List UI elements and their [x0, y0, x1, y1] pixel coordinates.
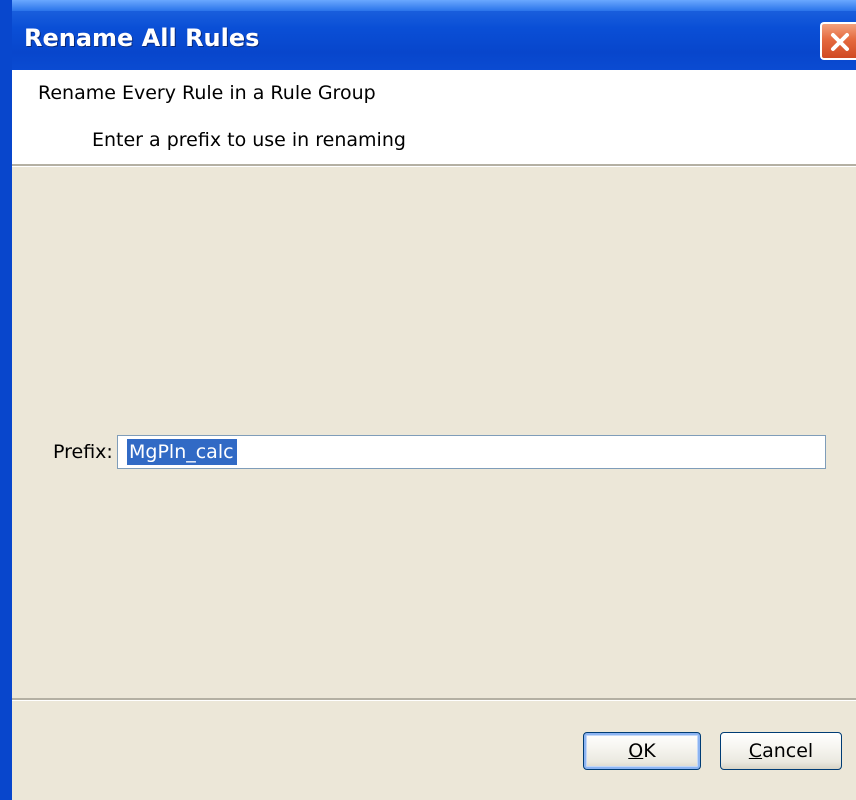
dialog-header: Rename Every Rule in a Rule Group Enter … [12, 70, 856, 164]
window-title: Rename All Rules [24, 24, 260, 52]
ok-button[interactable]: OK [583, 732, 701, 770]
ok-label-rest: K [643, 740, 656, 762]
header-title: Rename Every Rule in a Rule Group [38, 82, 376, 104]
title-bar[interactable]: Rename All Rules [0, 0, 856, 70]
footer-divider [12, 698, 856, 701]
close-button[interactable] [820, 22, 856, 60]
header-subtitle: Enter a prefix to use in renaming [92, 129, 406, 151]
title-bar-highlight [12, 0, 856, 11]
prefix-input[interactable]: MgPln_calc [117, 435, 826, 469]
dialog-body: Prefix: MgPln_calc OK Cancel [12, 167, 856, 800]
window-frame-left [0, 70, 12, 800]
rename-all-rules-dialog: Rename All Rules Rename Every Rule in a … [0, 0, 856, 800]
cancel-button[interactable]: Cancel [720, 732, 842, 770]
prefix-input-value[interactable]: MgPln_calc [127, 439, 237, 465]
cancel-label-rest: ancel [762, 740, 814, 762]
prefix-label: Prefix: [53, 441, 113, 463]
cancel-mnemonic: C [748, 740, 763, 762]
ok-mnemonic: O [628, 740, 644, 762]
